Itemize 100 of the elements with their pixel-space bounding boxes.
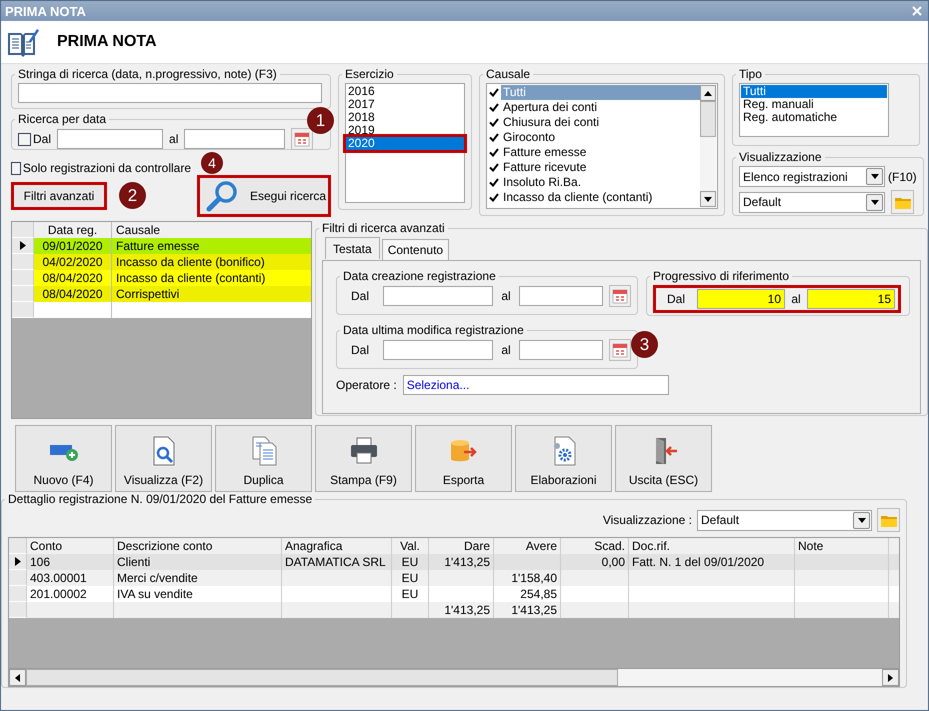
step-number-badge: 4 <box>201 152 223 174</box>
list-item[interactable]: 2020 <box>346 137 464 150</box>
advanced-filters-button[interactable]: Filtri avanzati <box>11 182 107 210</box>
field-label: al <box>500 289 512 303</box>
row-pointer-icon <box>20 241 26 250</box>
calendar-icon <box>294 131 310 147</box>
table-row[interactable]: 106 Clienti DATAMATICA SRL EU 1'413,25 0,00 Fatt. N. 1 del 09/01/2020 <box>9 554 899 570</box>
calendar-button[interactable] <box>291 128 314 150</box>
toolbar-button[interactable]: Visualizza (F2) <box>115 425 212 492</box>
calendar-icon <box>612 288 628 304</box>
table-cell-text: Incasso da cliente (bonifico) <box>115 254 266 270</box>
tab[interactable]: Contenuto <box>382 239 450 260</box>
checkbox[interactable]: Dal <box>18 132 52 146</box>
right-arrow-icon[interactable] <box>888 674 893 682</box>
list-item[interactable]: 2018 <box>346 111 464 124</box>
checkbox[interactable] <box>488 146 500 158</box>
list-item[interactable]: Tutti <box>741 85 887 98</box>
step-number-badge: 1 <box>307 107 334 134</box>
operator-field[interactable]: Seleziona... <box>402 375 669 395</box>
field-label: Dal <box>350 343 370 357</box>
table-row[interactable]: 08/04/2020 Corrispettivi <box>12 286 311 302</box>
field-label: Dal <box>666 292 686 306</box>
toolbar-button[interactable]: Stampa (F9) <box>315 425 412 492</box>
checkbox[interactable] <box>488 162 500 174</box>
search-button[interactable]: Esegui ricerca <box>197 175 331 217</box>
table-cell-text: Corrispettivi <box>115 286 180 302</box>
dropdown[interactable]: Default <box>697 510 872 530</box>
number-field[interactable]: 15 <box>807 289 895 309</box>
list-item[interactable]: 2019 <box>346 124 464 137</box>
list-item[interactable]: Fatture emesse <box>488 145 700 160</box>
tab[interactable]: Testata <box>325 237 380 259</box>
caret-icon <box>858 518 866 522</box>
list-item[interactable]: Fatture ricevute <box>488 160 700 175</box>
checkbox[interactable] <box>488 116 500 128</box>
group-title: Stringa di ricerca (data, n.progressivo, note) (F3) <box>17 67 278 81</box>
calendar-button[interactable] <box>609 285 631 307</box>
toolbar-button[interactable]: Nuovo (F4) <box>15 425 112 492</box>
group-title: Dettaglio registrazione N. 09/01/2020 del Fatture emesse <box>7 492 314 506</box>
table-row[interactable]: 08/04/2020 Incasso da cliente (contanti) <box>12 270 311 286</box>
table-cell-text: Incasso da cliente (contanti) <box>115 270 266 286</box>
toolbar-button[interactable]: Duplica <box>215 425 312 492</box>
field-label: al <box>169 132 178 146</box>
table-row[interactable]: 201.00002 IVA su vendite EU 254,85 <box>9 586 899 602</box>
calendar-button[interactable] <box>609 339 631 361</box>
date-field[interactable] <box>519 340 603 360</box>
checkbox[interactable] <box>488 102 500 114</box>
date-field[interactable] <box>184 129 286 149</box>
list-item[interactable]: Giroconto <box>488 130 700 145</box>
list-item[interactable]: Reg. automatiche <box>741 111 887 124</box>
number-field[interactable]: 10 <box>697 289 785 309</box>
group-title: Causale <box>485 67 532 81</box>
checkbox[interactable]: Solo registrazioni da controllare <box>11 161 191 175</box>
folder-button[interactable] <box>877 508 900 532</box>
list-item[interactable]: 2017 <box>346 98 464 111</box>
folder-icon <box>894 196 910 208</box>
search-field[interactable] <box>18 83 322 103</box>
table-cell-text: Fatture emesse <box>115 238 200 254</box>
field-label: al <box>500 343 512 357</box>
notebook-pencil-icon <box>7 27 39 57</box>
group-title: Esercizio <box>344 67 395 81</box>
step-number-badge: 3 <box>631 331 658 358</box>
table-row[interactable]: 403.00001 Merci c/vendite EU 1'158,40 <box>9 570 899 586</box>
close-icon[interactable] <box>912 6 922 16</box>
down-arrow-icon[interactable] <box>704 196 712 202</box>
group-title: Filtri di ricerca avanzati <box>321 221 446 235</box>
date-field[interactable] <box>383 340 493 360</box>
group-title: Tipo <box>738 67 763 81</box>
step-number-badge: 2 <box>119 182 146 209</box>
list-item[interactable]: 2016 <box>346 85 464 98</box>
left-arrow-icon[interactable] <box>15 674 20 682</box>
field-label: Visualizzazione : <box>602 513 692 527</box>
list-item[interactable]: Incasso da cliente (contanti) <box>488 190 700 205</box>
column-header[interactable]: Causale <box>112 222 311 238</box>
list-item[interactable]: Apertura dei conti <box>488 100 700 115</box>
table-cell: 1'413,25 <box>429 602 494 618</box>
toolbar-button[interactable]: Esporta <box>415 425 512 492</box>
checkbox[interactable] <box>488 132 500 144</box>
folder-icon <box>880 514 896 526</box>
folder-button[interactable] <box>891 190 914 214</box>
checkbox[interactable] <box>488 176 500 188</box>
scrollbar[interactable] <box>9 668 899 686</box>
table-row[interactable]: 1'413,25 1'413,25 <box>9 602 899 618</box>
date-field[interactable] <box>57 129 164 149</box>
list-item[interactable]: Chiusura dei conti <box>488 115 700 130</box>
table-row[interactable]: 09/01/2020 Fatture emesse <box>12 238 311 254</box>
group-title: Visualizzazione <box>738 150 822 164</box>
toolbar-button[interactable]: Elaborazioni <box>515 425 612 492</box>
checkbox[interactable] <box>488 192 500 204</box>
list-item[interactable]: Insoluto Ri.Ba. <box>488 175 700 190</box>
date-field[interactable] <box>383 286 493 306</box>
up-arrow-icon[interactable] <box>704 90 712 96</box>
date-field[interactable] <box>519 286 603 306</box>
table-row[interactable]: 04/02/2020 Incasso da cliente (bonifico) <box>12 254 311 270</box>
list-item[interactable]: Reg. manuali <box>741 98 887 111</box>
checkbox[interactable] <box>488 86 500 98</box>
dropdown[interactable]: Default <box>739 192 885 212</box>
toolbar-button[interactable]: Uscita (ESC) <box>615 425 712 492</box>
caret-icon <box>870 174 878 179</box>
dropdown[interactable]: Elenco registrazioni <box>739 166 885 187</box>
scrollbar[interactable] <box>700 85 716 207</box>
